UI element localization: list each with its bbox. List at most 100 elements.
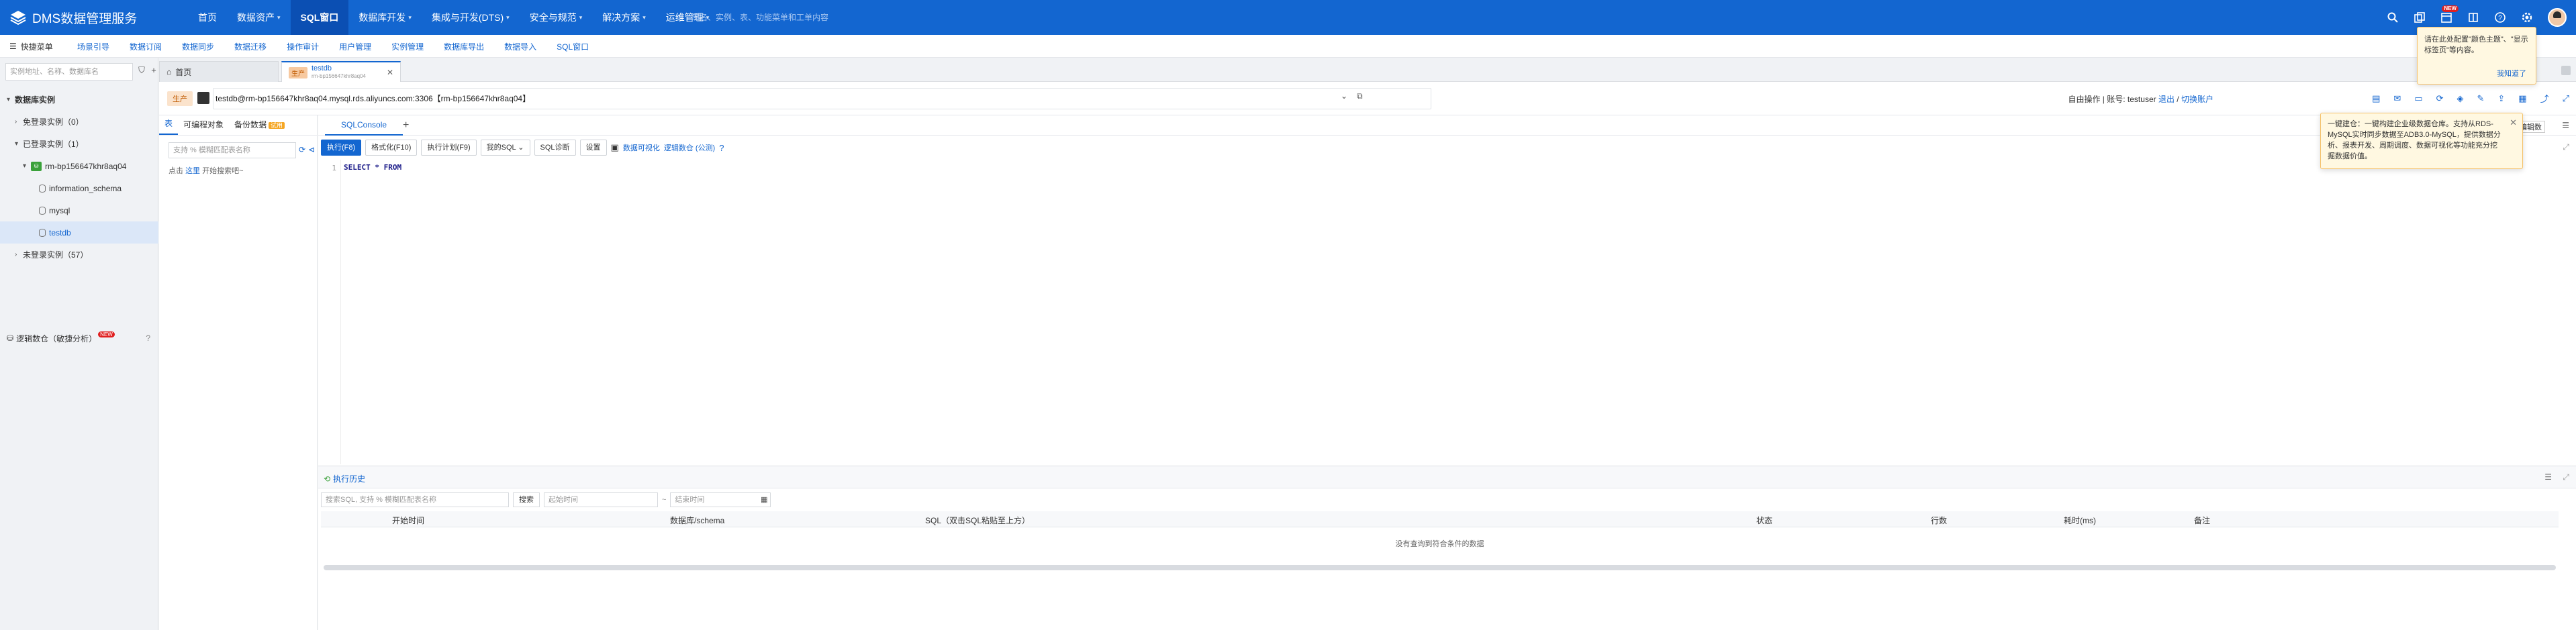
quick-link[interactable]: 操作审计	[277, 41, 329, 52]
global-search-input[interactable]: 库名、实例、表、功能菜单和工单内容	[691, 10, 853, 25]
format-button[interactable]: 格式化(F10)	[365, 140, 418, 156]
logic-warehouse-entry[interactable]: ⛁ 逻辑数仓（敏捷分析） NEW ?	[7, 330, 154, 346]
account-mode: 自由操作 | 账号: testuser	[2068, 95, 2156, 104]
quick-link[interactable]: 数据库导出	[434, 41, 494, 52]
horizontal-scrollbar[interactable]	[324, 565, 2556, 570]
quick-link[interactable]: 实例管理	[381, 41, 434, 52]
theme-tooltip: 请在此处配置"颜色主题"、"显示标签页"等内容。 我知道了	[2417, 27, 2536, 85]
column-header: 开始时间	[392, 516, 425, 525]
nav-item[interactable]: 数据资产 ▾	[227, 0, 291, 35]
tree-item[interactable]: › 未登录实例（57）	[0, 244, 158, 266]
gear-icon[interactable]	[2521, 11, 2533, 23]
sql-code[interactable]: SELECT * FROM	[344, 163, 401, 172]
user-avatar[interactable]	[2548, 8, 2567, 27]
quick-link[interactable]: 场景引导	[67, 41, 120, 52]
object-tab[interactable]: 备份数据 试用	[229, 119, 290, 135]
data-viz-link[interactable]: 数据可视化	[623, 142, 660, 153]
edit-icon[interactable]: ✎	[2477, 93, 2484, 104]
logic-warehouse-link[interactable]: 逻辑数仓 (公测)	[664, 142, 715, 153]
quick-link[interactable]: SQL窗口	[546, 41, 599, 52]
object-tab[interactable]: 可编程对象	[178, 119, 229, 135]
nav-item[interactable]: 数据库开发 ▾	[348, 0, 422, 35]
grid-icon[interactable]: ▦	[2518, 93, 2526, 104]
copy-icon[interactable]: ⧉	[1357, 91, 1363, 101]
got-it-button[interactable]: 我知道了	[2497, 68, 2526, 78]
tree-item[interactable]: ▾ ⛁ rm-bp156647khr8aq04	[0, 155, 158, 177]
topbar-tools: NEW ?	[2387, 5, 2567, 27]
empty-message: 没有查询到符合条件的数据	[1395, 540, 1484, 548]
tree-item[interactable]: ▾ 已登录实例（1）	[0, 133, 158, 155]
database-icon	[39, 206, 46, 215]
tree-item[interactable]: information_schema	[0, 177, 158, 199]
help-icon[interactable]: ?	[2494, 11, 2506, 23]
shield-icon[interactable]: ◈	[2456, 93, 2463, 104]
column-header: 状态	[1756, 516, 1773, 525]
tree-item[interactable]: mysql	[0, 199, 158, 221]
nav-item[interactable]: 解决方案 ▾	[592, 0, 656, 35]
nav-item[interactable]: 首页	[188, 0, 227, 35]
nav-item-label: 数据资产	[237, 12, 275, 23]
calendar-icon[interactable]: NEW	[2440, 5, 2459, 23]
nav-item[interactable]: 集成与开发(DTS) ▾	[422, 0, 520, 35]
share-icon[interactable]: ⤴	[2540, 92, 2549, 105]
object-tab[interactable]: 表	[159, 117, 179, 135]
quick-menu-button[interactable]: ☰ 快捷菜单	[9, 35, 53, 58]
nav-item[interactable]: SQL窗口	[290, 0, 349, 35]
logout-link[interactable]: 退出	[2158, 95, 2175, 104]
collapse-icon[interactable]	[2561, 66, 2571, 75]
help-icon[interactable]: ?	[719, 143, 724, 153]
quick-link[interactable]: 数据迁移	[224, 41, 277, 52]
diagnose-button[interactable]: SQL诊断	[534, 140, 576, 156]
task-icon[interactable]: ▭	[2414, 93, 2422, 104]
export-icon[interactable]: ⇪	[2497, 93, 2505, 104]
copy-icon[interactable]	[2414, 11, 2426, 23]
tab-testdb[interactable]: 生产 testdb rm-bp156647khr8aq04 ✕	[281, 61, 401, 83]
close-icon[interactable]: ✕	[387, 68, 393, 77]
mail-icon[interactable]: ✉	[2393, 93, 2401, 104]
settings-button[interactable]: 设置	[579, 140, 607, 156]
filter-icon[interactable]: ⛉	[137, 66, 146, 75]
table-filter-input[interactable]: 支持 % 模糊匹配表名称	[169, 142, 296, 158]
grid-icon[interactable]	[2467, 11, 2479, 23]
quick-link[interactable]: 数据同步	[172, 41, 224, 52]
add-instance-icon[interactable]: +	[149, 66, 158, 75]
fullscreen-icon[interactable]: ⤢	[2563, 93, 2569, 104]
sync-icon[interactable]: ⟳	[2436, 93, 2444, 104]
table-icon[interactable]: ▤	[2372, 93, 2380, 104]
locate-icon[interactable]: ⊲	[308, 145, 315, 154]
instance-search-input[interactable]: 实例地址、名称、数据库名	[5, 63, 133, 81]
expand-icon[interactable]: ⤢	[2563, 142, 2569, 152]
tree-item[interactable]: ▾ 数据库实例	[0, 89, 158, 111]
end-time-input[interactable]: 结束时间 ▦	[670, 492, 771, 507]
tree-item[interactable]: testdb	[0, 221, 158, 244]
history-search-input[interactable]: 搜索SQL, 支持 % 模糊匹配表名称	[321, 492, 509, 507]
tab-sqlconsole[interactable]: SQLConsole	[325, 115, 403, 136]
chevron-icon: ›	[15, 251, 17, 258]
start-time-input[interactable]: 起始时间	[544, 492, 658, 507]
nav-item[interactable]: 安全与规范 ▾	[520, 0, 593, 35]
help-icon[interactable]: ?	[146, 333, 150, 343]
main-nav: 首页 数据资产 ▾ SQL窗口 数据库开发 ▾ 集成与开发(DTS) ▾ 安全与规范 ▾ 解决方案 ▾…	[188, 0, 719, 35]
chevron-down-icon[interactable]: ⌄	[1341, 91, 1347, 101]
tab-home[interactable]: ⌂ 首页	[159, 61, 279, 82]
switch-account-link[interactable]: 切换账户	[2181, 95, 2213, 104]
product-logo[interactable]: DMS数据管理服务	[9, 7, 137, 28]
my-sql-dropdown[interactable]: 我的SQL ⌄	[480, 140, 530, 156]
tree-item-label: mysql	[49, 205, 70, 215]
run-button[interactable]: 执行(F8)	[321, 140, 362, 156]
tree-item[interactable]: › 免登录实例（0）	[0, 111, 158, 133]
search-icon[interactable]	[2387, 11, 2399, 23]
refresh-icon[interactable]: ⟳	[299, 145, 305, 154]
hint-link[interactable]: 这里	[185, 167, 200, 175]
explain-button[interactable]: 执行计划(F9)	[421, 140, 477, 156]
expand-icon[interactable]: ⤢	[2563, 472, 2569, 482]
menu-icon[interactable]: ☰	[2562, 121, 2569, 130]
history-search-button[interactable]: 搜索	[513, 492, 540, 507]
menu-icon[interactable]: ☰	[2544, 472, 2552, 482]
quick-link[interactable]: 用户管理	[329, 41, 381, 52]
quick-link[interactable]: 数据导入	[494, 41, 546, 52]
quick-link[interactable]: 数据订阅	[120, 41, 172, 52]
close-icon[interactable]: ✕	[2510, 117, 2517, 128]
add-tab-icon[interactable]: +	[403, 119, 409, 132]
history-tab[interactable]: ⟲ 执行历史	[324, 473, 365, 484]
